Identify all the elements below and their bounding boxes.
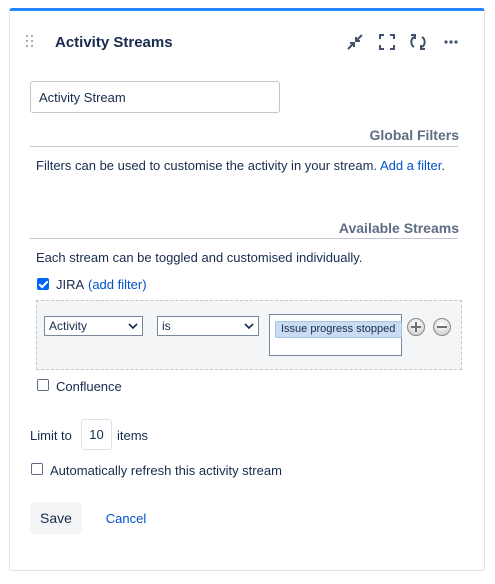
available-streams-description: Each stream can be toggled and customise… bbox=[36, 250, 363, 265]
jira-add-filter-link[interactable]: (add filter) bbox=[88, 277, 147, 292]
gadget-title: Activity Streams bbox=[55, 34, 173, 51]
section-divider bbox=[30, 238, 458, 239]
auto-refresh-checkbox[interactable] bbox=[31, 463, 43, 475]
auto-refresh-label: Automatically refresh this activity stre… bbox=[50, 463, 282, 478]
confluence-stream-checkbox[interactable] bbox=[37, 379, 49, 391]
jira-stream-label: JIRA bbox=[56, 277, 85, 292]
drag-handle-icon[interactable] bbox=[26, 35, 34, 47]
filter-operator-select[interactable]: is bbox=[157, 316, 259, 336]
global-filters-description: Filters can be used to customise the act… bbox=[36, 158, 445, 173]
minimize-icon[interactable] bbox=[345, 33, 365, 51]
chevron-down-icon bbox=[128, 323, 138, 330]
remove-filter-icon[interactable] bbox=[433, 318, 451, 336]
more-icon[interactable] bbox=[441, 33, 461, 51]
selected-value-chip[interactable]: Issue progress stopped bbox=[275, 321, 403, 338]
limit-prefix-label: Limit to bbox=[30, 428, 72, 443]
stream-name-input[interactable] bbox=[30, 81, 280, 113]
confluence-stream-label: Confluence bbox=[56, 379, 122, 394]
fullscreen-icon[interactable] bbox=[377, 33, 397, 51]
section-divider bbox=[30, 146, 458, 147]
add-global-filter-link[interactable]: Add a filter bbox=[380, 158, 441, 173]
global-filters-heading: Global Filters bbox=[369, 127, 459, 143]
cancel-button[interactable]: Cancel bbox=[98, 502, 154, 534]
jira-stream-checkbox[interactable] bbox=[37, 278, 49, 290]
available-streams-heading: Available Streams bbox=[338, 220, 459, 236]
filter-value-multiselect[interactable]: Issue progress stopped bbox=[269, 314, 403, 356]
add-filter-icon[interactable] bbox=[407, 318, 425, 336]
chevron-down-icon bbox=[244, 323, 254, 330]
refresh-icon[interactable] bbox=[408, 33, 428, 51]
limit-suffix-label: items bbox=[117, 428, 149, 443]
limit-items-input[interactable] bbox=[81, 419, 112, 450]
save-button[interactable]: Save bbox=[30, 502, 82, 534]
filter-field-select[interactable]: Activity bbox=[44, 316, 143, 336]
